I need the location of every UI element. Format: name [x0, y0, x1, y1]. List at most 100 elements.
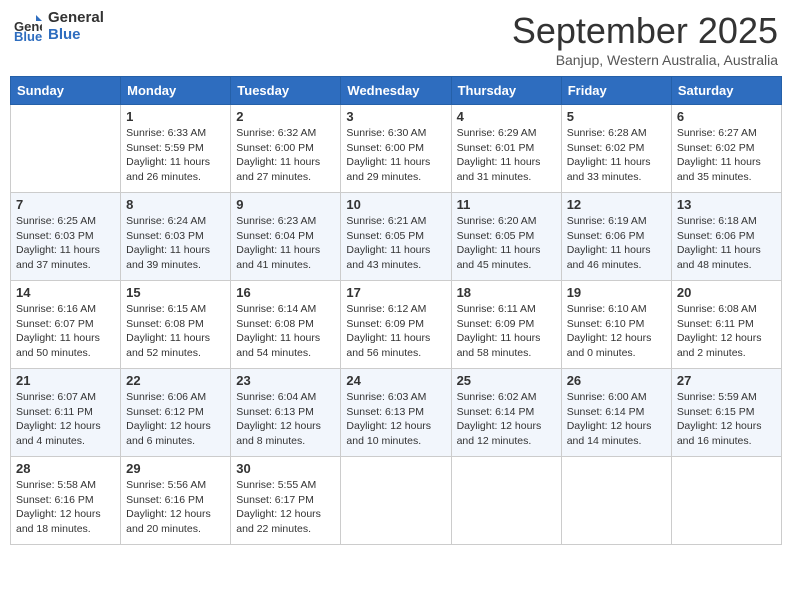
day-number: 23	[236, 373, 335, 388]
day-info: Sunrise: 6:11 AM Sunset: 6:09 PM Dayligh…	[457, 302, 556, 361]
day-info: Sunrise: 6:14 AM Sunset: 6:08 PM Dayligh…	[236, 302, 335, 361]
day-number: 29	[126, 461, 225, 476]
calendar-cell: 19 Sunrise: 6:10 AM Sunset: 6:10 PM Dayli…	[561, 281, 671, 369]
calendar-cell: 21 Sunrise: 6:07 AM Sunset: 6:11 PM Dayli…	[11, 369, 121, 457]
weekday-header-sunday: Sunday	[11, 77, 121, 105]
day-info: Sunrise: 6:02 AM Sunset: 6:14 PM Dayligh…	[457, 390, 556, 449]
calendar-cell: 18Sunrise: 6:11 AM Sunset: 6:09 PM Dayli…	[451, 281, 561, 369]
calendar-cell	[341, 457, 451, 545]
calendar-cell: 12 Sunrise: 6:19 AM Sunset: 6:06 PM Dayli…	[561, 193, 671, 281]
calendar-cell	[671, 457, 781, 545]
calendar-cell: 23 Sunrise: 6:04 AM Sunset: 6:13 PM Dayli…	[231, 369, 341, 457]
calendar-cell: 4 Sunrise: 6:29 AM Sunset: 6:01 PM Daylig…	[451, 105, 561, 193]
day-number: 11	[457, 197, 556, 212]
day-number: 14	[16, 285, 115, 300]
calendar-cell: 13Sunrise: 6:18 AM Sunset: 6:06 PM Dayli…	[671, 193, 781, 281]
day-info: Sunrise: 6:10 AM Sunset: 6:10 PM Dayligh…	[567, 302, 666, 361]
svg-text:Blue: Blue	[14, 29, 42, 41]
day-number: 9	[236, 197, 335, 212]
calendar-week-row: 14Sunrise: 6:16 AM Sunset: 6:07 PM Dayli…	[11, 281, 782, 369]
logo: General Blue General Blue	[14, 10, 104, 43]
day-info: Sunrise: 6:21 AM Sunset: 6:05 PM Dayligh…	[346, 214, 445, 273]
day-info: Sunrise: 6:25 AM Sunset: 6:03 PM Dayligh…	[16, 214, 115, 273]
calendar-cell: 3Sunrise: 6:30 AM Sunset: 6:00 PM Daylig…	[341, 105, 451, 193]
day-info: Sunrise: 6:32 AM Sunset: 6:00 PM Dayligh…	[236, 126, 335, 185]
calendar-cell	[451, 457, 561, 545]
calendar-cell: 28 Sunrise: 5:58 AM Sunset: 6:16 PM Dayli…	[11, 457, 121, 545]
calendar-cell	[561, 457, 671, 545]
day-number: 7	[16, 197, 115, 212]
calendar-cell: 16 Sunrise: 6:14 AM Sunset: 6:08 PM Dayli…	[231, 281, 341, 369]
calendar-cell: 6 Sunrise: 6:27 AM Sunset: 6:02 PM Daylig…	[671, 105, 781, 193]
logo-blue-text: Blue	[48, 27, 104, 44]
day-number: 5	[567, 109, 666, 124]
day-number: 22	[126, 373, 225, 388]
day-info: Sunrise: 6:08 AM Sunset: 6:11 PM Dayligh…	[677, 302, 776, 361]
day-number: 30	[236, 461, 335, 476]
day-number: 6	[677, 109, 776, 124]
day-info: Sunrise: 6:33 AM Sunset: 5:59 PM Dayligh…	[126, 126, 225, 185]
day-number: 10	[346, 197, 445, 212]
day-info: Sunrise: 6:07 AM Sunset: 6:11 PM Dayligh…	[16, 390, 115, 449]
calendar-cell: 22 Sunrise: 6:06 AM Sunset: 6:12 PM Dayli…	[121, 369, 231, 457]
day-info: Sunrise: 6:28 AM Sunset: 6:02 PM Dayligh…	[567, 126, 666, 185]
month-title: September 2025	[512, 10, 778, 52]
day-info: Sunrise: 6:03 AM Sunset: 6:13 PM Dayligh…	[346, 390, 445, 449]
day-info: Sunrise: 5:58 AM Sunset: 6:16 PM Dayligh…	[16, 478, 115, 537]
calendar-week-row: 7 Sunrise: 6:25 AM Sunset: 6:03 PM Daylig…	[11, 193, 782, 281]
calendar-cell	[11, 105, 121, 193]
calendar-week-row: 21 Sunrise: 6:07 AM Sunset: 6:11 PM Dayli…	[11, 369, 782, 457]
calendar-cell: 11 Sunrise: 6:20 AM Sunset: 6:05 PM Dayli…	[451, 193, 561, 281]
logo-general-text: General	[48, 10, 104, 27]
weekday-header-thursday: Thursday	[451, 77, 561, 105]
day-info: Sunrise: 6:18 AM Sunset: 6:06 PM Dayligh…	[677, 214, 776, 273]
day-info: Sunrise: 6:24 AM Sunset: 6:03 PM Dayligh…	[126, 214, 225, 273]
calendar-table: SundayMondayTuesdayWednesdayThursdayFrid…	[10, 76, 782, 545]
day-number: 17	[346, 285, 445, 300]
weekday-header-monday: Monday	[121, 77, 231, 105]
weekday-header-tuesday: Tuesday	[231, 77, 341, 105]
day-number: 21	[16, 373, 115, 388]
page-header: General Blue General Blue September 2025…	[10, 10, 782, 68]
day-info: Sunrise: 6:06 AM Sunset: 6:12 PM Dayligh…	[126, 390, 225, 449]
day-number: 16	[236, 285, 335, 300]
weekday-header-wednesday: Wednesday	[341, 77, 451, 105]
calendar-cell: 1 Sunrise: 6:33 AM Sunset: 5:59 PM Daylig…	[121, 105, 231, 193]
day-info: Sunrise: 5:59 AM Sunset: 6:15 PM Dayligh…	[677, 390, 776, 449]
day-number: 28	[16, 461, 115, 476]
calendar-cell: 5 Sunrise: 6:28 AM Sunset: 6:02 PM Daylig…	[561, 105, 671, 193]
day-info: Sunrise: 6:30 AM Sunset: 6:00 PM Dayligh…	[346, 126, 445, 185]
weekday-header-saturday: Saturday	[671, 77, 781, 105]
day-number: 24	[346, 373, 445, 388]
day-info: Sunrise: 5:56 AM Sunset: 6:16 PM Dayligh…	[126, 478, 225, 537]
day-number: 12	[567, 197, 666, 212]
day-number: 4	[457, 109, 556, 124]
day-info: Sunrise: 6:15 AM Sunset: 6:08 PM Dayligh…	[126, 302, 225, 361]
calendar-cell: 25Sunrise: 6:02 AM Sunset: 6:14 PM Dayli…	[451, 369, 561, 457]
day-number: 8	[126, 197, 225, 212]
day-info: Sunrise: 5:55 AM Sunset: 6:17 PM Dayligh…	[236, 478, 335, 537]
calendar-cell: 8 Sunrise: 6:24 AM Sunset: 6:03 PM Daylig…	[121, 193, 231, 281]
logo-icon: General Blue	[14, 13, 42, 41]
day-info: Sunrise: 6:19 AM Sunset: 6:06 PM Dayligh…	[567, 214, 666, 273]
day-number: 15	[126, 285, 225, 300]
day-info: Sunrise: 6:20 AM Sunset: 6:05 PM Dayligh…	[457, 214, 556, 273]
calendar-cell: 17 Sunrise: 6:12 AM Sunset: 6:09 PM Dayli…	[341, 281, 451, 369]
day-number: 19	[567, 285, 666, 300]
weekday-header-row: SundayMondayTuesdayWednesdayThursdayFrid…	[11, 77, 782, 105]
calendar-week-row: 1 Sunrise: 6:33 AM Sunset: 5:59 PM Daylig…	[11, 105, 782, 193]
calendar-cell: 7 Sunrise: 6:25 AM Sunset: 6:03 PM Daylig…	[11, 193, 121, 281]
day-info: Sunrise: 6:00 AM Sunset: 6:14 PM Dayligh…	[567, 390, 666, 449]
day-info: Sunrise: 6:12 AM Sunset: 6:09 PM Dayligh…	[346, 302, 445, 361]
day-number: 20	[677, 285, 776, 300]
day-number: 2	[236, 109, 335, 124]
day-number: 26	[567, 373, 666, 388]
calendar-cell: 9Sunrise: 6:23 AM Sunset: 6:04 PM Daylig…	[231, 193, 341, 281]
calendar-cell: 14Sunrise: 6:16 AM Sunset: 6:07 PM Dayli…	[11, 281, 121, 369]
day-info: Sunrise: 6:27 AM Sunset: 6:02 PM Dayligh…	[677, 126, 776, 185]
day-info: Sunrise: 6:04 AM Sunset: 6:13 PM Dayligh…	[236, 390, 335, 449]
calendar-cell: 29 Sunrise: 5:56 AM Sunset: 6:16 PM Dayli…	[121, 457, 231, 545]
day-number: 1	[126, 109, 225, 124]
day-info: Sunrise: 6:29 AM Sunset: 6:01 PM Dayligh…	[457, 126, 556, 185]
weekday-header-friday: Friday	[561, 77, 671, 105]
